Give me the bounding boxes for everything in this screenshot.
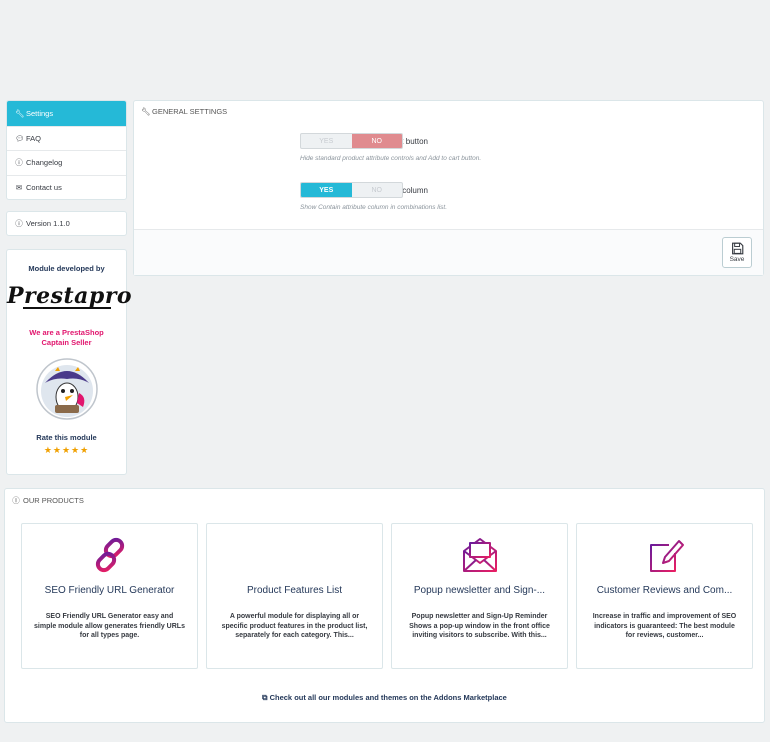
envelope-icon: ✉︎: [15, 182, 23, 192]
captain-line-1: We are a PrestaShop: [29, 327, 104, 337]
captain-mascot-icon: [35, 357, 98, 420]
version-box: ⓘ Version 1.1.0: [6, 211, 127, 236]
wrench-icon: 🔧︎: [15, 108, 25, 118]
product-title: SEO Friendly URL Generator: [44, 585, 175, 596]
product-title: Product Features List: [246, 585, 343, 596]
prestapro-logo[interactable]: Prestapro: [7, 283, 132, 309]
product-cards: SEO Friendly URL Generator SEO Friendly …: [21, 523, 753, 669]
floppy-disk-icon: [731, 242, 743, 255]
product-card-customer-reviews[interactable]: Customer Reviews and Com... Increase in …: [576, 523, 753, 669]
developed-by-label: Module developed by: [28, 264, 105, 273]
general-settings-panel: 🔧︎ GENERAL SETTINGS Hide Add to cart but…: [133, 100, 764, 276]
panel-footer: Save: [134, 229, 763, 275]
switch-no-option[interactable]: NO: [351, 134, 402, 148]
save-label: Save: [729, 256, 745, 263]
edit-pen-icon: [649, 540, 684, 572]
sidebar-item-label: FAQ: [26, 133, 42, 143]
addons-marketplace-link[interactable]: ⧉ Check out all our modules and themes o…: [5, 693, 764, 703]
our-products-panel: ⓘ OUR PRODUCTS SEO Friendly URL Generato…: [4, 488, 765, 723]
product-description: SEO Friendly URL Generator easy and simp…: [34, 613, 185, 639]
switch-yes-option[interactable]: YES: [301, 183, 352, 197]
sidebar-item-faq[interactable]: 💬︎ FAQ: [7, 125, 126, 151]
wrench-icon: 🔧︎: [141, 107, 151, 116]
field-help: Show Contain attribute column in combina…: [300, 204, 448, 211]
captain-seller-label: We are a PrestaShop Captain Seller: [7, 328, 126, 348]
info-circle-icon: ⓘ: [15, 219, 23, 228]
product-description: Increase in traffic and improvement of S…: [592, 613, 737, 639]
captain-line-2: Captain Seller: [41, 337, 92, 347]
developer-box: Module developed by Prestapro We are a P…: [6, 249, 132, 475]
sidebar-item-settings[interactable]: 🔧︎ Settings: [7, 101, 126, 126]
switch-yes-option[interactable]: YES: [301, 134, 352, 148]
product-description: A powerful module for displaying all or …: [221, 613, 368, 639]
version-label: Version 1.1.0: [26, 219, 70, 228]
switch-no-option[interactable]: NO: [352, 183, 403, 197]
product-title: Popup newsletter and Sign-...: [413, 585, 546, 596]
sidebar-item-label: Changelog: [26, 158, 63, 168]
external-link-icon: ⧉: [262, 693, 270, 702]
save-button[interactable]: Save: [722, 237, 752, 268]
panel-title: GENERAL SETTINGS: [152, 107, 228, 116]
panel-title: OUR PRODUCTS: [23, 496, 84, 505]
marketplace-link-text: Check out all our modules and themes on …: [269, 693, 507, 702]
sidebar-item-label: Contact us: [26, 182, 62, 192]
envelope-letter-icon: [462, 538, 497, 572]
comments-icon: 💬︎: [15, 133, 25, 143]
hide-add-to-cart-switch[interactable]: YES NO: [300, 133, 403, 149]
panel-heading: ⓘ OUR PRODUCTS: [5, 489, 764, 512]
sidebar-item-contact[interactable]: ✉︎ Contact us: [7, 174, 126, 200]
show-contain-column-switch[interactable]: YES NO: [300, 182, 403, 198]
rating-stars[interactable]: ★★★★★: [7, 445, 126, 456]
sidebar-item-changelog[interactable]: ⓘ Changelog: [7, 150, 126, 175]
sidebar-item-label: Settings: [26, 108, 54, 118]
chain-link-icon: [95, 537, 124, 573]
product-description: Popup newsletter and Sign-Up Reminder Sh…: [409, 613, 550, 639]
list-icon: [277, 544, 312, 566]
info-circle-icon: ⓘ: [12, 496, 20, 505]
product-card-features-list[interactable]: Product Features List A powerful module …: [206, 523, 383, 669]
field-help: Hide standard product attribute controls…: [300, 155, 482, 162]
product-card-seo-url[interactable]: SEO Friendly URL Generator SEO Friendly …: [21, 523, 198, 669]
product-title: Customer Reviews and Com...: [596, 585, 733, 596]
info-circle-icon: ⓘ: [15, 158, 23, 168]
sidebar-nav: 🔧︎ Settings 💬︎ FAQ ⓘ Changelog ✉︎ Contac…: [6, 100, 127, 200]
rate-module-label: Rate this module: [36, 432, 97, 442]
panel-heading: 🔧︎ GENERAL SETTINGS: [134, 101, 763, 122]
product-card-popup-newsletter[interactable]: Popup newsletter and Sign-... Popup news…: [391, 523, 568, 669]
